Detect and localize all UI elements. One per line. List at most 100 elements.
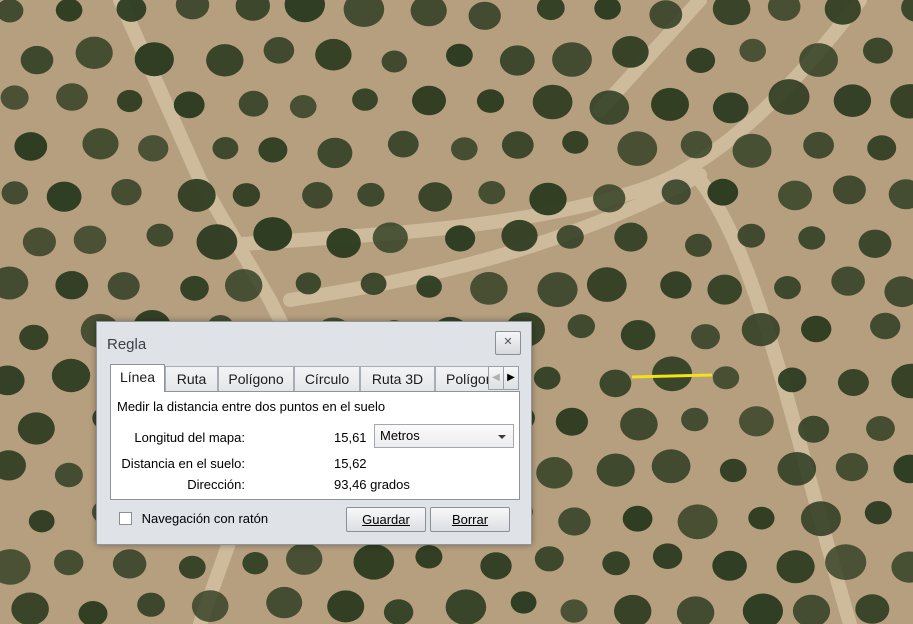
olive-tree [212,137,239,160]
olive-tree [17,412,55,445]
olive-tree [478,181,506,205]
olive-tree [652,356,693,392]
olive-tree [777,452,817,486]
olive-tree [1,181,29,205]
olive-tree [412,85,446,116]
measurement-line[interactable] [631,373,713,379]
olive-tree [719,458,747,483]
chevron-right-icon: ▶ [507,372,515,383]
olive-tree [552,42,592,77]
tab-circulo[interactable]: Círculo [294,366,360,392]
olive-tree [173,91,205,119]
olive-tree [651,87,689,121]
olive-tree [732,133,772,168]
direction-label: Dirección: [187,477,245,492]
olive-tree [767,0,801,21]
olive-tree [712,550,747,581]
olive-tree [832,175,866,205]
olive-tree [622,505,653,532]
olive-tree [798,415,830,443]
olive-tree [178,555,206,579]
olive-tree [778,367,807,393]
tab-linea[interactable]: Línea [110,364,165,392]
unit-select[interactable]: Metros [374,424,514,448]
olive-tree [824,0,861,25]
ruler-dialog: Regla ✕ Línea Ruta Polígono Círculo Ruta… [96,321,532,545]
olive-tree [837,369,869,396]
olive-tree [315,38,352,71]
olive-tree [593,184,626,213]
olive-tree [534,546,564,572]
olive-tree [901,0,913,22]
olive-tree [685,233,712,257]
map-length-label: Longitud del mapa: [134,430,245,445]
olive-tree [242,552,269,575]
olive-tree [712,0,751,26]
olive-tree [353,544,395,580]
tab-ruta-3d[interactable]: Ruta 3D [360,366,435,392]
olive-tree [235,0,270,21]
close-button[interactable]: ✕ [495,331,521,355]
olive-tree [801,315,832,343]
olive-tree [0,266,29,300]
olive-tree [774,276,801,300]
olive-tree [0,450,26,481]
olive-tree [19,324,49,351]
clear-button[interactable]: Borrar [430,507,510,532]
olive-tree [446,43,473,67]
olive-tree [614,222,648,252]
olive-tree [863,37,893,64]
olive-tree [867,135,897,161]
olive-tree [596,453,635,487]
olive-tree [533,366,561,390]
olive-tree [742,593,783,624]
olive-tree [410,0,447,27]
olive-tree [22,227,56,257]
tab-scroll-left-button[interactable]: ◀ [488,366,504,390]
mouse-navigation-option[interactable]: Navegación con ratón [119,511,268,526]
olive-tree [302,182,333,209]
olive-tree [326,228,361,258]
mouse-navigation-checkbox[interactable] [119,512,132,525]
olive-tree [602,551,630,576]
olive-tree [206,44,244,77]
olive-tree [266,586,303,619]
chevron-left-icon: ◀ [492,372,500,383]
olive-tree [468,1,501,30]
olive-tree [890,84,913,119]
olive-tree [739,38,766,63]
olive-tree [651,449,691,484]
olive-tree [416,275,442,298]
olive-tree [357,182,385,207]
olive-tree [562,130,589,154]
olive-tree [855,594,890,624]
olive-tree [768,79,810,115]
olive-tree [0,0,24,23]
olive-tree [381,50,407,73]
olive-tree [480,552,512,580]
olive-tree [676,596,715,624]
olive-tree [617,131,658,166]
olive-tree [360,272,387,295]
olive-tree [891,551,913,583]
olive-tree [134,42,174,77]
olive-tree [180,275,209,301]
olive-tree [263,37,295,64]
olive-tree [499,45,535,76]
olive-tree [864,501,892,525]
olive-tree [73,225,107,254]
tab-ruta[interactable]: Ruta [165,366,218,392]
olive-tree [686,47,716,73]
olive-tree [177,178,216,212]
olive-tree [712,366,740,390]
olive-tree [649,0,683,29]
olive-tree [46,181,82,212]
save-button[interactable]: Guardar [346,507,426,532]
olive-tree [415,545,443,569]
tab-scroll-right-button[interactable]: ▶ [503,366,519,390]
olive-tree [614,594,652,624]
tab-poligono[interactable]: Polígono [218,366,294,392]
olive-tree [677,504,718,540]
olive-tree [833,84,872,117]
olive-tree [741,313,780,347]
